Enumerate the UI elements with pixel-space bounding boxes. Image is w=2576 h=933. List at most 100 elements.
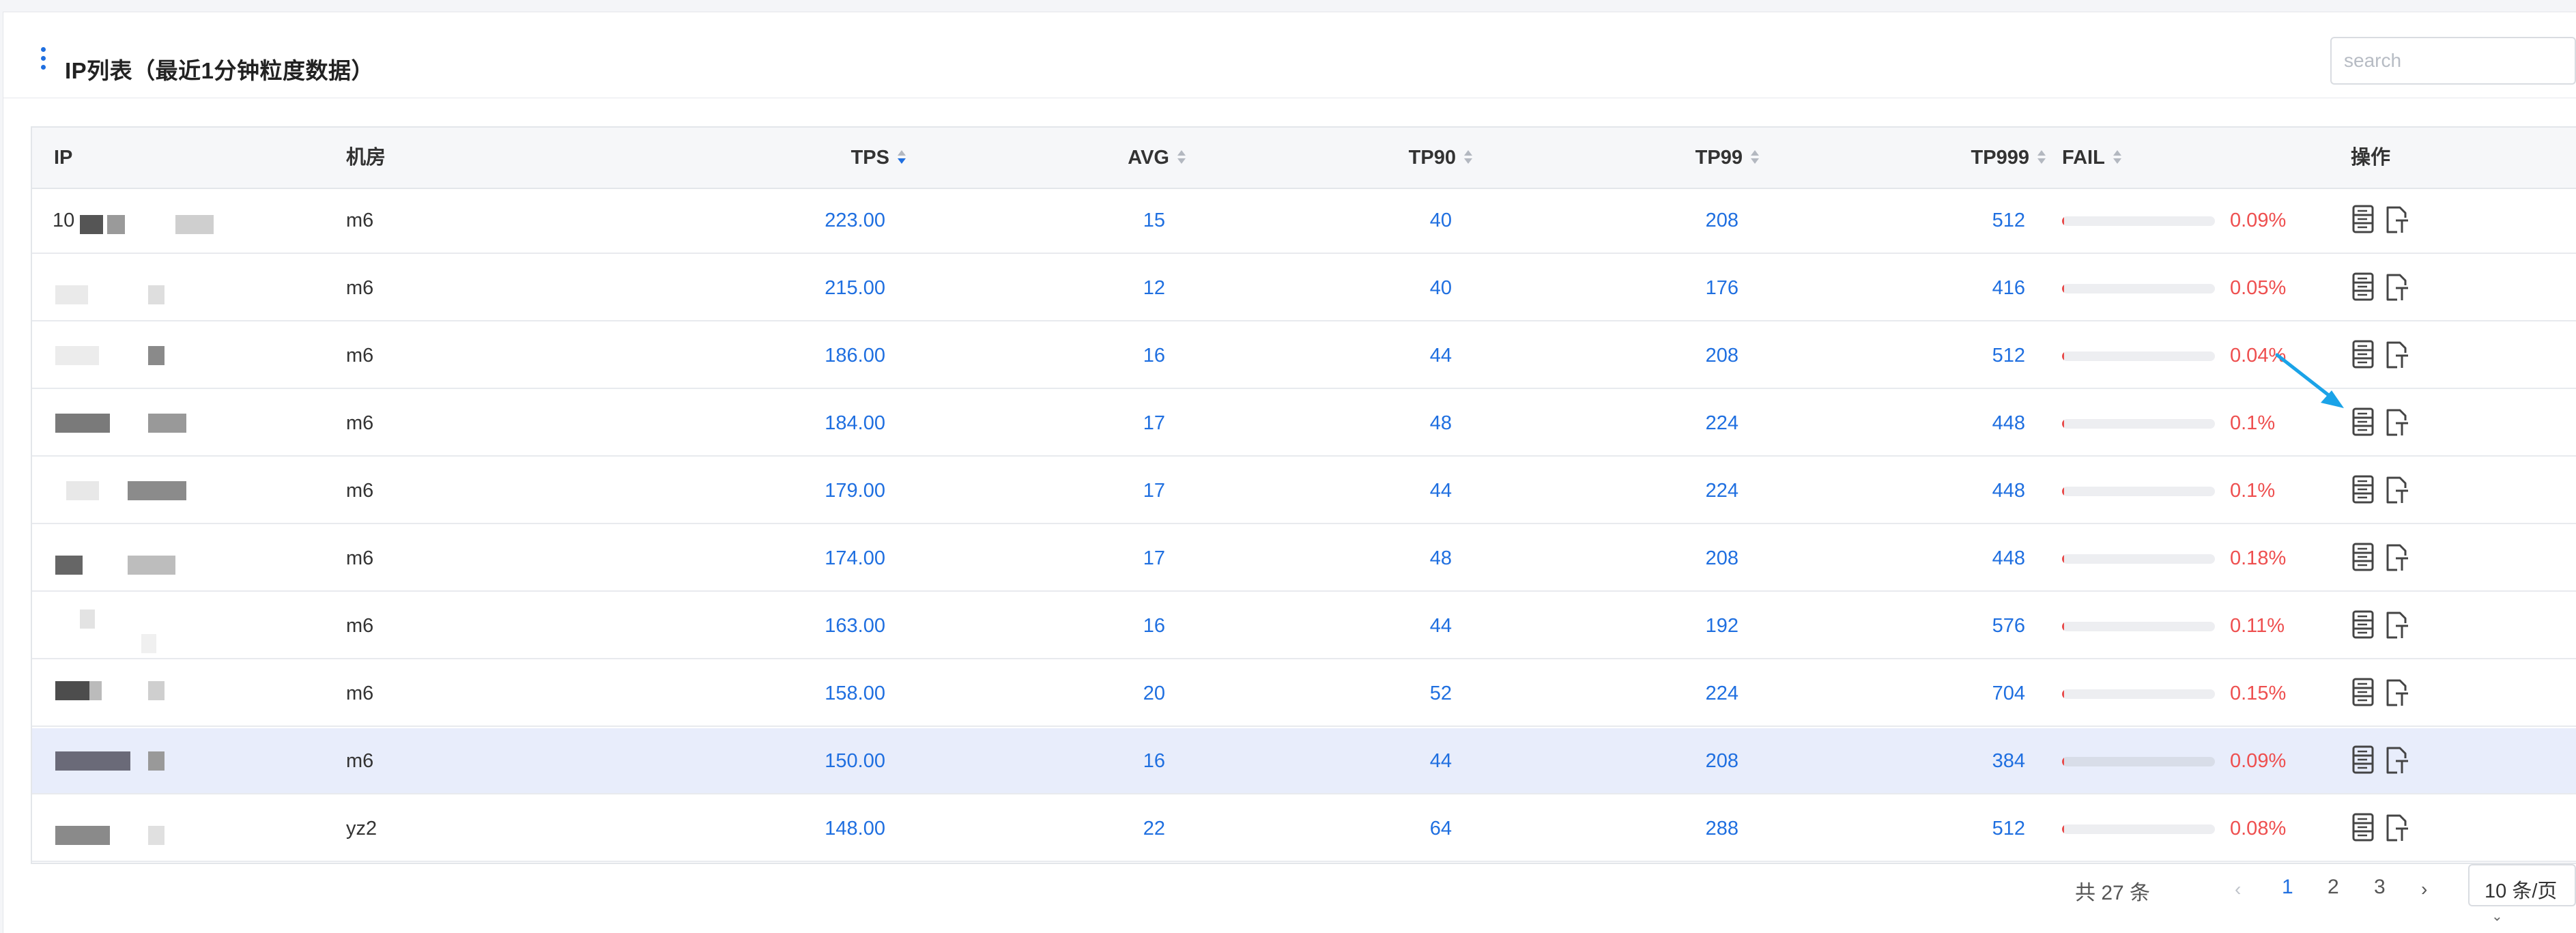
table-row[interactable]: m6 158.00 20 52 224 704 0.15%: [32, 661, 2576, 727]
tp99-cell[interactable]: 192: [1547, 593, 1738, 659]
tps-cell[interactable]: 148.00: [694, 796, 885, 862]
column-tps[interactable]: TPS: [715, 128, 906, 188]
sort-icon[interactable]: [1464, 149, 1472, 165]
search-input[interactable]: [2330, 37, 2576, 85]
avg-cell[interactable]: 17: [974, 458, 1165, 524]
tp90-cell[interactable]: 44: [1261, 728, 1452, 794]
tp999-cell[interactable]: 512: [1834, 323, 2025, 389]
table-row[interactable]: yz2 148.00 22 64 288 512 0.08%: [32, 796, 2576, 862]
column-avg[interactable]: AVG: [994, 128, 1186, 188]
server-detail-icon[interactable]: [2351, 272, 2377, 303]
tps-cell[interactable]: 158.00: [694, 661, 885, 727]
avg-cell[interactable]: 16: [974, 593, 1165, 659]
tp99-cell[interactable]: 208: [1547, 323, 1738, 389]
tp90-cell[interactable]: 40: [1261, 255, 1452, 321]
tps-cell[interactable]: 179.00: [694, 458, 885, 524]
server-detail-icon[interactable]: [2351, 812, 2377, 844]
trace-icon[interactable]: [2384, 204, 2409, 235]
sort-icon[interactable]: [898, 149, 906, 165]
trace-icon[interactable]: [2384, 812, 2409, 844]
tp90-cell[interactable]: 48: [1261, 390, 1452, 457]
server-detail-icon[interactable]: [2351, 407, 2377, 438]
column-tp99[interactable]: TP99: [1568, 128, 1759, 188]
table-row[interactable]: m6 186.00 16 44 208 512 0.04%: [32, 323, 2576, 389]
avg-cell[interactable]: 17: [974, 526, 1165, 592]
tp999-cell[interactable]: 512: [1834, 188, 2025, 254]
trace-icon[interactable]: [2384, 474, 2409, 506]
server-detail-icon[interactable]: [2351, 677, 2377, 708]
avg-cell[interactable]: 22: [974, 796, 1165, 862]
avg-cell[interactable]: 12: [974, 255, 1165, 321]
tp99-cell[interactable]: 224: [1547, 661, 1738, 727]
sort-icon[interactable]: [2037, 149, 2046, 165]
tp99-cell[interactable]: 208: [1547, 728, 1738, 794]
avg-cell[interactable]: 16: [974, 323, 1165, 389]
column-tp999[interactable]: TP999: [1855, 128, 2046, 188]
server-detail-icon[interactable]: [2351, 474, 2377, 506]
table-row[interactable]: m6 174.00 17 48 208 448 0.18%: [32, 526, 2576, 592]
avg-cell[interactable]: 20: [974, 661, 1165, 727]
tp999-cell[interactable]: 448: [1834, 458, 2025, 524]
next-page-icon[interactable]: ›: [2421, 878, 2427, 900]
tp999-cell[interactable]: 512: [1834, 796, 2025, 862]
sort-icon[interactable]: [1177, 149, 1186, 165]
tp999-cell[interactable]: 704: [1834, 661, 2025, 727]
column-fail[interactable]: FAIL: [2062, 128, 2121, 188]
tp99-cell[interactable]: 288: [1547, 796, 1738, 862]
tps-cell[interactable]: 184.00: [694, 390, 885, 457]
table-row[interactable]: 10 m6 223.00 15 40 208 512 0.09%: [32, 188, 2576, 254]
column-tp90[interactable]: TP90: [1281, 128, 1472, 188]
tp99-cell[interactable]: 208: [1547, 526, 1738, 592]
tp999-cell[interactable]: 416: [1834, 255, 2025, 321]
tps-cell[interactable]: 215.00: [694, 255, 885, 321]
tp90-cell[interactable]: 52: [1261, 661, 1452, 727]
tp999-cell[interactable]: 448: [1834, 390, 2025, 457]
table-row[interactable]: m6 184.00 17 48 224 448 0.1%: [32, 390, 2576, 457]
page-size-select[interactable]: 10 条/页⌄: [2468, 864, 2576, 924]
tp90-cell[interactable]: 64: [1261, 796, 1452, 862]
page-1[interactable]: 1: [2282, 876, 2293, 899]
table-row[interactable]: m6 163.00 16 44 192 576 0.11%: [32, 593, 2576, 659]
tp90-cell[interactable]: 40: [1261, 188, 1452, 254]
tp999-cell[interactable]: 448: [1834, 526, 2025, 592]
tp999-cell[interactable]: 384: [1834, 728, 2025, 794]
tp999-cell[interactable]: 576: [1834, 593, 2025, 659]
page-3[interactable]: 3: [2374, 876, 2386, 899]
tp90-cell[interactable]: 44: [1261, 458, 1452, 524]
avg-cell[interactable]: 17: [974, 390, 1165, 457]
prev-page-icon[interactable]: ‹: [2235, 878, 2241, 900]
tps-cell[interactable]: 163.00: [694, 593, 885, 659]
sort-icon[interactable]: [1751, 149, 1759, 165]
tp99-cell[interactable]: 224: [1547, 458, 1738, 524]
tps-cell[interactable]: 150.00: [694, 728, 885, 794]
server-detail-icon[interactable]: [2351, 204, 2377, 235]
trace-icon[interactable]: [2384, 339, 2409, 371]
trace-icon[interactable]: [2384, 407, 2409, 438]
table-row[interactable]: m6 215.00 12 40 176 416 0.05%: [32, 255, 2576, 321]
more-menu-icon[interactable]: [41, 47, 46, 74]
tp90-cell[interactable]: 48: [1261, 526, 1452, 592]
trace-icon[interactable]: [2384, 542, 2409, 573]
page-2[interactable]: 2: [2328, 876, 2339, 899]
tp90-cell[interactable]: 44: [1261, 593, 1452, 659]
trace-icon[interactable]: [2384, 745, 2409, 776]
server-detail-icon[interactable]: [2351, 339, 2377, 371]
table-row[interactable]: m6 150.00 16 44 208 384 0.09%: [32, 728, 2576, 794]
table-row[interactable]: m6 179.00 17 44 224 448 0.1%: [32, 458, 2576, 524]
trace-icon[interactable]: [2384, 609, 2409, 641]
server-detail-icon[interactable]: [2351, 745, 2377, 776]
sort-icon[interactable]: [2113, 149, 2121, 165]
tp90-cell[interactable]: 44: [1261, 323, 1452, 389]
server-detail-icon[interactable]: [2351, 609, 2377, 641]
tp99-cell[interactable]: 224: [1547, 390, 1738, 457]
trace-icon[interactable]: [2384, 272, 2409, 303]
trace-icon[interactable]: [2384, 677, 2409, 708]
tp99-cell[interactable]: 208: [1547, 188, 1738, 254]
tps-cell[interactable]: 223.00: [694, 188, 885, 254]
server-detail-icon[interactable]: [2351, 542, 2377, 573]
tps-cell[interactable]: 174.00: [694, 526, 885, 592]
avg-cell[interactable]: 15: [974, 188, 1165, 254]
avg-cell[interactable]: 16: [974, 728, 1165, 794]
tp99-cell[interactable]: 176: [1547, 255, 1738, 321]
tps-cell[interactable]: 186.00: [694, 323, 885, 389]
